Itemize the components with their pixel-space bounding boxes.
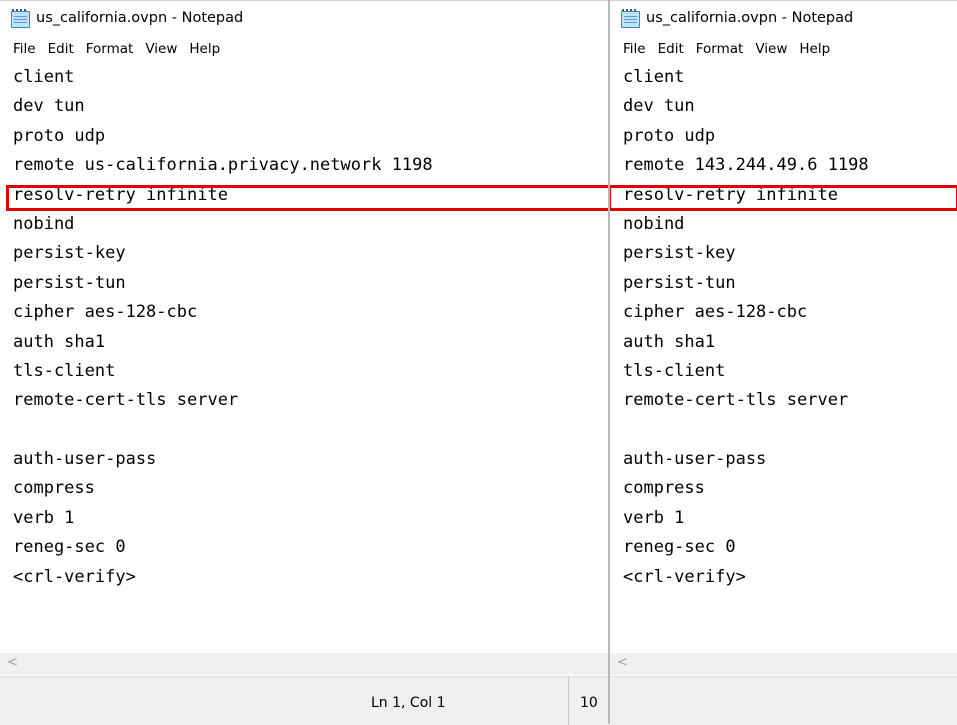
text-line: <crl-verify> (13, 566, 136, 587)
text-line: remote 143.244.49.6 1198 (623, 155, 869, 176)
text-line: auth sha1 (623, 331, 716, 352)
text-line: remote-cert-tls server (13, 390, 239, 411)
status-bar (610, 676, 957, 725)
notepad-icon (620, 9, 640, 28)
text-line: <crl-verify> (623, 566, 746, 587)
menu-format[interactable]: Format (690, 41, 750, 57)
text-line: remote-cert-tls server (623, 390, 849, 411)
text-line: persist-key (13, 243, 126, 264)
text-line (13, 416, 608, 445)
text-line: remote us-california.privacy.network 119… (13, 155, 433, 176)
title-bar: us_california.ovpn - Notepad (0, 1, 608, 35)
text-line: cipher aes-128-cbc (623, 302, 808, 323)
text-line: auth-user-pass (13, 449, 157, 470)
text-line: verb 1 (13, 507, 75, 528)
text-line: compress (623, 478, 705, 499)
notepad-window-left: us_california.ovpn - Notepad File Edit F… (0, 0, 608, 725)
text-line: reneg-sec 0 (623, 537, 736, 558)
menu-help[interactable]: Help (183, 41, 226, 57)
notepad-icon (10, 9, 30, 28)
menu-edit[interactable]: Edit (652, 41, 690, 57)
text-line (623, 416, 957, 445)
text-line: auth-user-pass (623, 449, 767, 470)
horizontal-scrollbar[interactable]: < (0, 653, 608, 675)
text-line: dev tun (623, 96, 695, 117)
text-line: compress (13, 478, 95, 499)
text-line: persist-tun (13, 272, 126, 293)
status-separator (568, 677, 569, 725)
menu-bar: File Edit Format View Help (0, 35, 608, 63)
menu-help[interactable]: Help (793, 41, 836, 57)
cursor-position: Ln 1, Col 1 (371, 695, 446, 711)
menu-bar: File Edit Format View Help (610, 35, 957, 63)
zoom-level: 10 (580, 695, 598, 711)
highlight-box (6, 185, 608, 211)
text-line: tls-client (623, 360, 726, 381)
menu-file[interactable]: File (617, 41, 652, 57)
text-line: nobind (623, 213, 685, 234)
scroll-left-arrow-icon[interactable]: < (617, 655, 628, 670)
menu-view[interactable]: View (139, 41, 183, 57)
status-bar: Ln 1, Col 1 10 (0, 676, 608, 725)
text-line: client (623, 67, 685, 87)
menu-view[interactable]: View (749, 41, 793, 57)
menu-edit[interactable]: Edit (42, 41, 80, 57)
menu-format[interactable]: Format (80, 41, 140, 57)
text-line: dev tun (13, 96, 85, 117)
text-line: auth sha1 (13, 331, 106, 352)
menu-file[interactable]: File (7, 41, 42, 57)
text-editor[interactable]: client dev tun proto udp remote us-calif… (0, 63, 608, 657)
text-line: persist-tun (623, 272, 736, 293)
text-editor[interactable]: client dev tun proto udp remote 143.244.… (610, 63, 957, 657)
highlight-box (610, 185, 957, 211)
title-bar: us_california.ovpn - Notepad (610, 1, 957, 35)
scroll-left-arrow-icon[interactable]: < (7, 655, 18, 670)
text-line: persist-key (623, 243, 736, 264)
horizontal-scrollbar[interactable]: < (610, 653, 957, 675)
notepad-window-right: us_california.ovpn - Notepad File Edit F… (610, 0, 957, 725)
text-line: client (13, 67, 75, 87)
window-title: us_california.ovpn - Notepad (646, 10, 854, 26)
text-line: reneg-sec 0 (13, 537, 126, 558)
window-title: us_california.ovpn - Notepad (36, 10, 244, 26)
text-line: cipher aes-128-cbc (13, 302, 198, 323)
text-line: proto udp (13, 125, 106, 146)
text-line: tls-client (13, 360, 116, 381)
text-line: proto udp (623, 125, 716, 146)
text-line: verb 1 (623, 507, 685, 528)
text-line: nobind (13, 213, 75, 234)
